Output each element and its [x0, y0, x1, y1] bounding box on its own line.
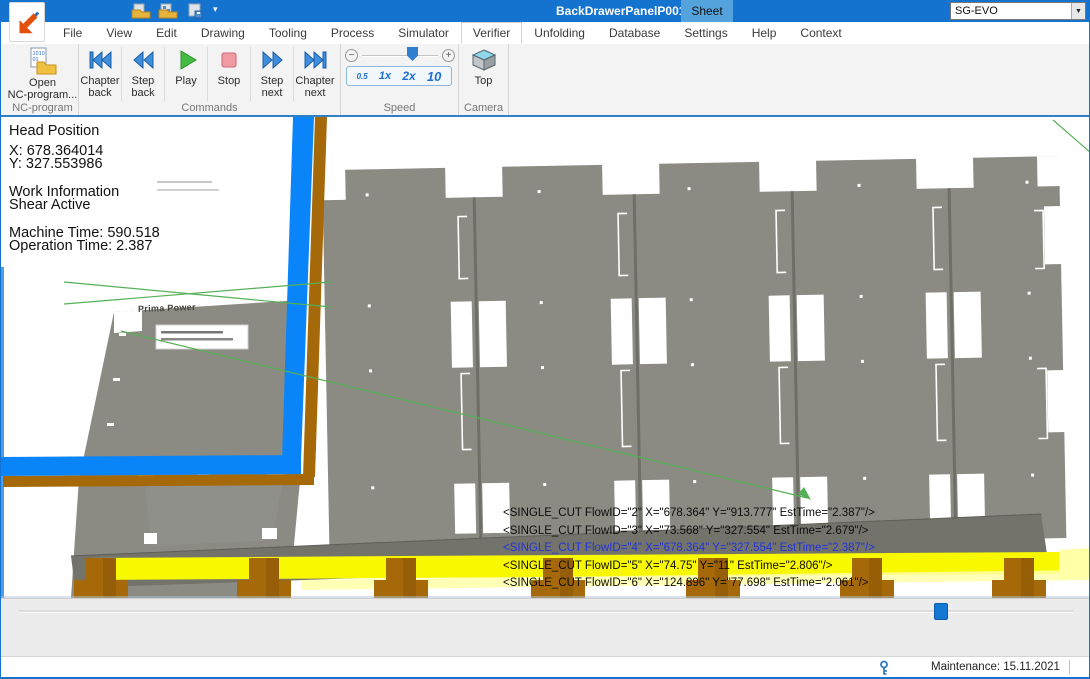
menu-item-settings[interactable]: Settings [672, 22, 739, 44]
menu-item-edit[interactable]: Edit [144, 22, 189, 44]
button-label: Stepnext [261, 75, 284, 99]
speed-preset-group: 0.5 1x 2x 10 [346, 66, 452, 86]
step-back-icon [130, 47, 156, 73]
button-label: Chapternext [295, 75, 334, 99]
nc-code-line: <SINGLE_CUT FlowID="5" X="74.75" Y="11" … [503, 558, 875, 576]
save-icon[interactable] [185, 3, 205, 19]
ribbon-group-nc-program: 1010 01 Open NC-program... NC-program [7, 44, 79, 115]
hud-overlay: Head Position X: 678.364014 Y: 327.55398… [9, 125, 160, 254]
button-label: Top [475, 75, 493, 87]
carriage-horizontal [1, 455, 301, 476]
head-position-title: Head Position [9, 125, 160, 139]
timeline-handle[interactable] [934, 603, 948, 620]
menu-item-view[interactable]: View [94, 22, 144, 44]
play-icon [173, 47, 199, 73]
simulation-viewport[interactable]: Head Position X: 678.364014 Y: 327.55398… [1, 117, 1090, 598]
open-nc-program-button[interactable]: 1010 01 Open NC-program... [7, 44, 78, 101]
frame-horizontal [3, 474, 314, 487]
stop-icon [216, 47, 242, 73]
open-program-icon[interactable] [158, 3, 178, 19]
button-label: Chapterback [80, 75, 119, 99]
sheet-main [322, 156, 1074, 552]
speed-slider: − + [345, 47, 455, 63]
timeline-track[interactable] [19, 610, 1073, 613]
button-label: Stop [218, 75, 241, 87]
ribbon-group-label: NC-program [7, 102, 78, 114]
camera-top-button[interactable]: Top [459, 44, 508, 87]
ribbon-group-speed: − + 0.5 1x 2x 10 Speed [341, 44, 459, 115]
license-key-icon [877, 660, 891, 676]
sheet-brand-label: Prima Power [138, 302, 196, 314]
chapter-next-icon [302, 47, 328, 73]
operation-time: Operation Time: 2.387 [9, 240, 160, 254]
nc-code-line: <SINGLE_CUT FlowID="3" X="73.568" Y="327… [503, 523, 875, 541]
app-menu-button[interactable] [9, 2, 45, 42]
menu-item-drawing[interactable]: Drawing [189, 22, 257, 44]
nc-code-line: <SINGLE_CUT FlowID="6" X="124.896" Y="77… [503, 575, 875, 593]
menu-item-help[interactable]: Help [740, 22, 789, 44]
chevron-down-icon[interactable]: ▼ [1071, 3, 1085, 19]
quick-access-caret-icon[interactable]: ▾ [213, 4, 218, 15]
button-label: Open NC-program... [8, 77, 78, 101]
window-title: BackDrawerPanelP001 [556, 4, 685, 18]
ribbon-group-camera: Top Camera [459, 44, 509, 115]
statusbar: Maintenance: 15.11.2021 [1, 656, 1090, 679]
chapter-back-icon [87, 47, 113, 73]
nc-code-overlay: <SINGLE_CUT FlowID="2" X="678.364" Y="91… [503, 505, 875, 593]
nc-code-line: <SINGLE_CUT FlowID="4" X="678.364" Y="32… [503, 540, 875, 558]
camera-cube-icon [471, 47, 497, 73]
nc-code-line: <SINGLE_CUT FlowID="2" X="678.364" Y="91… [503, 505, 875, 523]
menu-item-unfolding[interactable]: Unfolding [522, 22, 597, 44]
menu-item-database[interactable]: Database [597, 22, 672, 44]
menu-item-context[interactable]: Context [788, 22, 853, 44]
speed-preset-10[interactable]: 10 [427, 69, 441, 84]
ribbon-group-label: Camera [459, 102, 508, 114]
app-logo-icon [12, 6, 42, 38]
work-information-value: Shear Active [9, 199, 160, 213]
machine-selector-value: SG-EVO [951, 5, 1071, 17]
speed-preset-2x[interactable]: 2x [402, 69, 415, 83]
application-window: ▾ BackDrawerPanelP001 Sheet FileViewEdit… [0, 0, 1090, 679]
titlebar: ▾ BackDrawerPanelP001 Sheet [1, 0, 1090, 22]
ribbon-group-label: Speed [341, 102, 458, 114]
speed-slider-track[interactable] [362, 55, 438, 57]
open-file-icon[interactable] [131, 3, 151, 19]
ribbon-group-commands: Chapterback Stepback Play Stop Stepnext Chapt… [79, 44, 341, 115]
step-next-icon [259, 47, 285, 73]
menu-item-file[interactable]: File [51, 22, 94, 44]
ribbon-group-label: Commands [79, 102, 340, 114]
context-tab-sheet[interactable]: Sheet [681, 0, 733, 22]
statusbar-separator [1069, 660, 1070, 674]
button-label: Stepback [131, 75, 154, 99]
speed-decrease-button[interactable]: − [345, 49, 358, 62]
open-nc-program-icon: 1010 01 [28, 47, 58, 75]
speed-preset-1x[interactable]: 1x [379, 70, 391, 82]
menubar: FileViewEditDrawingToolingProcessSimulat… [1, 22, 1090, 44]
speed-slider-handle[interactable] [407, 47, 418, 61]
speed-increase-button[interactable]: + [442, 49, 455, 62]
button-label: Play [175, 75, 196, 87]
menu-item-process[interactable]: Process [319, 22, 386, 44]
ribbon-toolbar: 1010 01 Open NC-program... NC-program Ch… [1, 44, 1090, 117]
menu-item-tooling[interactable]: Tooling [257, 22, 319, 44]
machine-selector[interactable]: SG-EVO ▼ [950, 2, 1086, 20]
head-position-y: Y: 327.553986 [9, 158, 160, 172]
menu-item-simulator[interactable]: Simulator [386, 22, 461, 44]
menu-item-verifier[interactable]: Verifier [461, 22, 522, 44]
maintenance-status: Maintenance: 15.11.2021 [931, 661, 1060, 673]
speed-preset-0_5[interactable]: 0.5 [357, 72, 368, 81]
timeline-panel [1, 598, 1090, 656]
